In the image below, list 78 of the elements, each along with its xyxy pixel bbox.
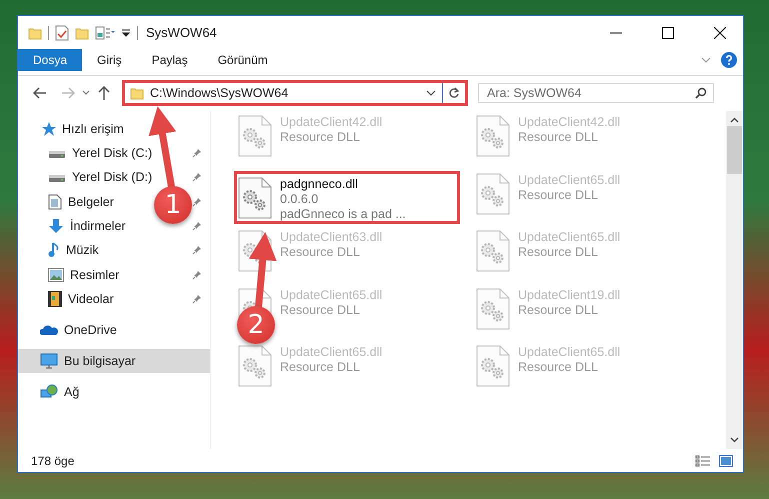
sidebar-item[interactable]: Yerel Disk (C:) bbox=[72, 146, 152, 160]
maximize-icon[interactable] bbox=[662, 26, 674, 38]
file-detail: Resource DLL bbox=[518, 245, 599, 260]
picture-icon bbox=[48, 268, 64, 282]
sidebar-item[interactable]: Hızlı erişim bbox=[18, 117, 210, 141]
file-name: padgnneco.dll bbox=[280, 176, 359, 192]
expand-ribbon-icon[interactable] bbox=[701, 56, 711, 64]
monitor-icon bbox=[40, 353, 58, 370]
up-arrow-icon[interactable] bbox=[98, 86, 110, 100]
item-count: 178 öge bbox=[31, 454, 74, 468]
file-detail: padGnneco is a pad ... bbox=[280, 206, 406, 222]
file-detail: Resource DLL bbox=[280, 302, 361, 318]
dll-file-icon bbox=[476, 115, 510, 157]
file-detail: 0.0.6.0 bbox=[280, 192, 320, 206]
ribbon-tab[interactable]: Giriş bbox=[82, 49, 137, 71]
pin-icon[interactable] bbox=[192, 196, 202, 207]
pin-icon[interactable] bbox=[192, 270, 202, 280]
sidebar-item[interactable]: Ağ bbox=[18, 380, 210, 404]
sidebar-item[interactable]: OneDrive bbox=[18, 318, 210, 342]
window-title: SysWOW64 bbox=[146, 25, 217, 40]
caret-icon[interactable] bbox=[426, 89, 436, 97]
refresh-icon[interactable] bbox=[448, 87, 460, 99]
document-icon bbox=[48, 194, 62, 210]
ribbon-tab[interactable]: Görünüm bbox=[202, 49, 283, 71]
highlighted-file-item[interactable]: padgnneco.dll 0.0.6.0 padGnneco is a pad ... bbox=[234, 170, 460, 224]
file-detail: Resource DLL bbox=[518, 302, 599, 318]
recent-locations-caret-icon[interactable] bbox=[82, 90, 90, 96]
address-bar[interactable]: C:\Windows\SysWOW64 bbox=[122, 80, 468, 106]
file-detail: Resource DLL bbox=[518, 188, 599, 202]
pin-icon[interactable] bbox=[192, 245, 202, 256]
sidebar-item[interactable]: Videolar bbox=[68, 292, 114, 306]
ribbon-tab[interactable]: Paylaş bbox=[136, 49, 203, 71]
dll-file-icon bbox=[476, 230, 510, 272]
dll-file-icon bbox=[476, 172, 510, 214]
sidebar-item[interactable]: Yerel Disk (D:) bbox=[72, 170, 152, 184]
back-arrow-icon[interactable] bbox=[33, 87, 47, 99]
music-note-icon bbox=[48, 242, 60, 258]
file-detail: Resource DLL bbox=[280, 360, 361, 375]
pin-icon[interactable] bbox=[192, 172, 202, 182]
sidebar-item[interactable]: Bu bilgisayar bbox=[18, 349, 210, 374]
network-icon bbox=[40, 384, 58, 400]
customize-toolbar-icon[interactable] bbox=[121, 28, 131, 38]
scroll-down-icon[interactable] bbox=[730, 437, 739, 443]
dll-file-icon bbox=[476, 345, 510, 387]
star-icon bbox=[40, 121, 56, 137]
pin-icon[interactable] bbox=[192, 148, 202, 158]
folder-icon bbox=[130, 86, 144, 100]
dll-file-icon bbox=[238, 230, 272, 272]
sidebar-item[interactable]: Resimler bbox=[70, 268, 120, 282]
view-options-icon[interactable] bbox=[95, 26, 115, 40]
large-icons-view-icon[interactable] bbox=[719, 454, 733, 466]
ribbon-tab[interactable]: Dosya bbox=[18, 49, 82, 71]
pin-icon[interactable] bbox=[192, 221, 202, 232]
scrollbar[interactable] bbox=[726, 111, 743, 449]
file-detail: Resource DLL bbox=[518, 360, 599, 375]
sidebar-item[interactable]: İndirmeler bbox=[70, 219, 126, 234]
address-path: C:\Windows\SysWOW64 bbox=[150, 86, 290, 100]
search-icon[interactable] bbox=[695, 87, 707, 99]
file-detail: Resource DLL bbox=[280, 130, 361, 145]
search-field[interactable]: Ara: SysWOW64 bbox=[478, 83, 714, 103]
dll-file-icon bbox=[238, 345, 272, 387]
file-detail: Resource DLL bbox=[518, 130, 599, 145]
dll-file-icon bbox=[238, 176, 272, 218]
dll-file-icon bbox=[476, 288, 510, 330]
sidebar-item[interactable]: Müzik bbox=[66, 243, 99, 258]
sidebar-item[interactable]: Belgeler bbox=[68, 194, 114, 209]
help-icon[interactable] bbox=[721, 52, 737, 68]
scroll-up-icon[interactable] bbox=[730, 117, 739, 123]
details-view-icon[interactable] bbox=[695, 454, 711, 466]
scrollbar-thumb[interactable] bbox=[727, 126, 742, 174]
dll-file-icon bbox=[238, 115, 272, 157]
download-arrow-icon bbox=[48, 218, 64, 234]
close-icon[interactable] bbox=[714, 26, 726, 38]
pin-icon[interactable] bbox=[192, 294, 202, 304]
film-icon bbox=[48, 290, 62, 307]
file-detail: Resource DLL bbox=[280, 245, 361, 260]
properties-check-icon[interactable] bbox=[55, 24, 69, 40]
cloud-icon bbox=[40, 324, 58, 336]
